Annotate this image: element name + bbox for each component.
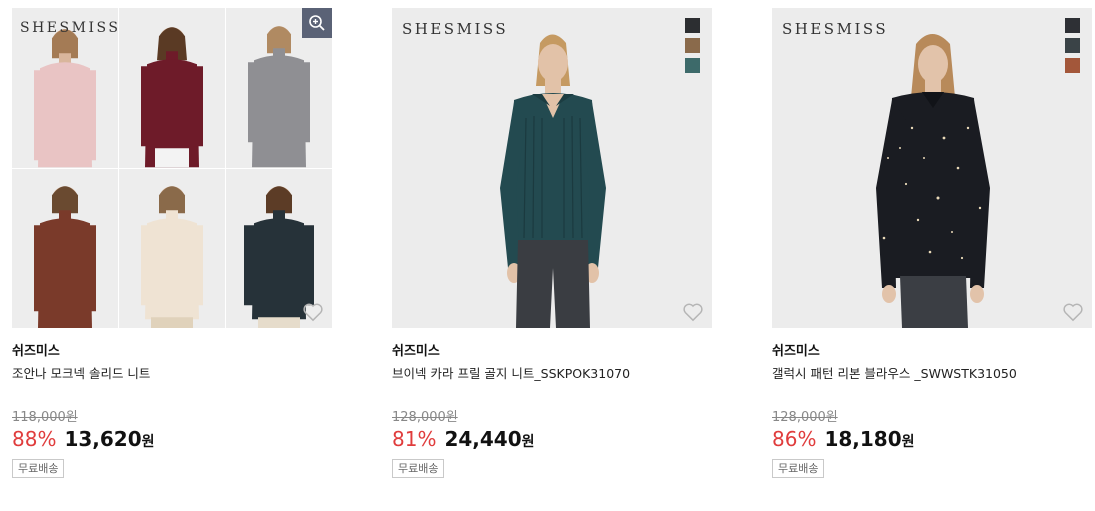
color-swatch[interactable] — [685, 38, 700, 53]
discount-rate: 86% — [772, 427, 817, 451]
sale-price-value: 24,440 — [444, 427, 522, 451]
brand-name[interactable]: 쉬즈미스 — [392, 340, 712, 359]
discount-rate: 81% — [392, 427, 437, 451]
product-info: 쉬즈미스 갤럭시 패턴 리본 블라우스 _SWWSTK31050 128,000… — [772, 328, 1092, 478]
sale-price-value: 18,180 — [824, 427, 902, 451]
brand-name[interactable]: 쉬즈미스 — [12, 340, 332, 359]
sale-price: 24,440원 — [444, 427, 534, 451]
product-image[interactable]: SHESMISS — [392, 8, 712, 328]
color-swatch[interactable] — [1065, 18, 1080, 33]
brand-logo: SHESMISS — [782, 20, 889, 38]
color-swatch[interactable] — [1065, 58, 1080, 73]
color-swatches — [685, 18, 700, 73]
original-price: 128,000원 — [392, 410, 458, 425]
free-shipping-badge: 무료배송 — [772, 459, 825, 478]
currency-unit: 원 — [901, 434, 915, 450]
product-name[interactable]: 조안나 모크넥 솔리드 니트 — [12, 363, 332, 381]
brand-logo: SHESMISS — [20, 20, 121, 36]
product-card[interactable]: SHESMISS 쉬즈미스 갤럭시 패턴 리본 블라우스 _SWWSTK3105… — [772, 8, 1092, 478]
heart-outline-icon[interactable] — [1062, 302, 1084, 322]
price-row: 88% 13,620원 — [12, 427, 332, 455]
heart-outline-icon[interactable] — [302, 302, 324, 322]
sale-price-value: 13,620 — [64, 427, 142, 451]
model-photo — [392, 8, 712, 328]
zoom-button[interactable] — [302, 8, 332, 38]
free-shipping-badge: 무료배송 — [12, 459, 65, 478]
product-info: 쉬즈미스 브이넥 카라 프릴 골지 니트_SSKPOK31070 128,000… — [392, 328, 712, 478]
product-info: 쉬즈미스 조안나 모크넥 솔리드 니트 118,000원 88% 13,620원… — [12, 328, 332, 478]
product-name[interactable]: 브이넥 카라 프릴 골지 니트_SSKPOK31070 — [392, 363, 712, 381]
product-name[interactable]: 갤럭시 패턴 리본 블라우스 _SWWSTK31050 — [772, 363, 1092, 381]
sale-price: 13,620원 — [64, 427, 154, 451]
collage-cell-burgundy — [119, 8, 225, 168]
currency-unit: 원 — [521, 434, 535, 450]
sale-price: 18,180원 — [824, 427, 914, 451]
color-collage — [12, 8, 332, 328]
color-swatch[interactable] — [685, 18, 700, 33]
heart-outline-icon[interactable] — [682, 302, 704, 322]
product-card[interactable]: SHESMISS 쉬즈미스 브이넥 카라 프릴 골지 니트_SSKPOK3107… — [392, 8, 712, 478]
product-image[interactable]: SHESMISS — [12, 8, 332, 328]
color-swatch[interactable] — [685, 58, 700, 73]
price-row: 86% 18,180원 — [772, 427, 1092, 455]
original-price: 118,000원 — [12, 410, 78, 425]
product-grid: SHESMISS 쉬즈미스 조안나 모크넥 솔리드 니트 118,000원 88… — [0, 0, 1095, 511]
brand-name[interactable]: 쉬즈미스 — [772, 340, 1092, 359]
product-image[interactable]: SHESMISS — [772, 8, 1092, 328]
color-swatch[interactable] — [1065, 38, 1080, 53]
collage-cell-cream — [119, 168, 225, 328]
collage-cell-brown — [12, 168, 118, 328]
zoom-in-icon — [309, 15, 325, 31]
product-card[interactable]: SHESMISS 쉬즈미스 조안나 모크넥 솔리드 니트 118,000원 88… — [12, 8, 332, 478]
brand-logo: SHESMISS — [402, 20, 509, 38]
model-photo — [772, 8, 1092, 328]
free-shipping-badge: 무료배송 — [392, 459, 445, 478]
discount-rate: 88% — [12, 427, 57, 451]
currency-unit: 원 — [141, 434, 155, 450]
color-swatches — [1065, 18, 1080, 73]
original-price: 128,000원 — [772, 410, 838, 425]
price-row: 81% 24,440원 — [392, 427, 712, 455]
